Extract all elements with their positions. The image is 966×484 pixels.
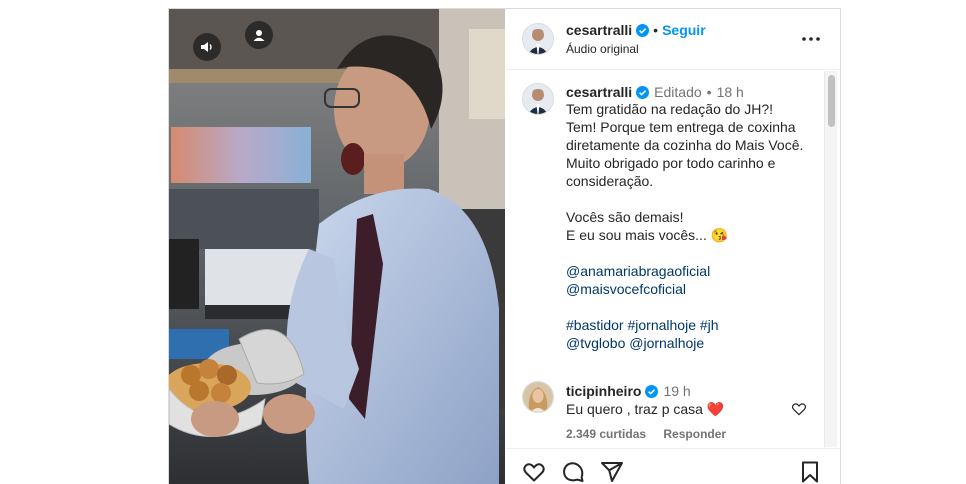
comment-username[interactable]: ticipinheiro bbox=[566, 383, 641, 399]
comments-area[interactable]: cesartralli Editado • 18 h Tem gratidão … bbox=[506, 70, 840, 448]
instagram-post: cesartralli • Seguir Áudio original cesa… bbox=[168, 8, 841, 484]
post-side-panel: cesartralli • Seguir Áudio original cesa… bbox=[506, 9, 840, 484]
verified-badge-icon bbox=[645, 384, 659, 398]
mention-link[interactable]: @jornalhoje bbox=[629, 335, 704, 351]
post-header: cesartralli • Seguir Áudio original bbox=[506, 9, 840, 70]
caption-text: Tem gratidão na redação do JH?! Tem! Por… bbox=[566, 100, 822, 352]
video-frame-image bbox=[169, 9, 505, 484]
author-username[interactable]: cesartralli bbox=[566, 22, 632, 38]
follow-button[interactable]: Seguir bbox=[662, 22, 706, 38]
hashtag-link[interactable]: #jh bbox=[700, 317, 719, 333]
mention-link[interactable]: @anamariabragaoficial bbox=[566, 263, 710, 279]
caption-line: Muito obrigado por todo carinho e bbox=[566, 155, 776, 171]
caption-header: cesartralli Editado • 18 h bbox=[566, 84, 744, 100]
mention-link[interactable]: @maisvocefcoficial bbox=[566, 281, 686, 297]
caption-separator: • bbox=[706, 84, 712, 100]
caption-username[interactable]: cesartralli bbox=[566, 84, 632, 100]
commenter-avatar[interactable] bbox=[522, 381, 554, 413]
heart-icon[interactable] bbox=[791, 401, 807, 417]
comment-timestamp[interactable]: 19 h bbox=[663, 383, 690, 399]
author-avatar[interactable] bbox=[522, 23, 554, 55]
bookmark-icon[interactable] bbox=[798, 460, 822, 484]
caption-timestamp[interactable]: 18 h bbox=[717, 84, 744, 100]
volume-icon bbox=[201, 42, 212, 52]
author-avatar-image bbox=[523, 24, 553, 54]
scrollbar-thumb[interactable] bbox=[828, 75, 835, 127]
caption-author-avatar[interactable] bbox=[522, 83, 554, 115]
comment-likes[interactable]: 2.349 curtidas bbox=[566, 427, 646, 441]
comment-header: ticipinheiro 19 h bbox=[566, 383, 691, 399]
paper-plane-icon[interactable] bbox=[600, 460, 624, 484]
mention-link[interactable]: @tvglobo bbox=[566, 335, 625, 351]
caption-line: E eu sou mais vocês... 😘 bbox=[566, 227, 729, 243]
more-horizontal-icon[interactable] bbox=[800, 31, 822, 47]
post-actions bbox=[506, 448, 840, 484]
comment-bubble-icon[interactable] bbox=[561, 460, 585, 484]
heart-icon[interactable] bbox=[522, 460, 546, 484]
caption-line: Tem! Porque tem entrega de coxinha bbox=[566, 119, 796, 135]
hashtag-link[interactable]: #bastidor bbox=[566, 317, 624, 333]
tagged-users-button[interactable] bbox=[245, 21, 273, 49]
mute-button[interactable] bbox=[193, 33, 221, 61]
caption-line: Tem gratidão na redação do JH?! bbox=[566, 101, 774, 117]
audio-label[interactable]: Áudio original bbox=[566, 42, 639, 56]
header-separator: • bbox=[653, 22, 659, 38]
verified-badge-icon bbox=[636, 85, 650, 99]
commenter-avatar-image bbox=[523, 382, 553, 412]
header-user-line: cesartralli • Seguir bbox=[566, 22, 706, 38]
comment-meta: 2.349 curtidas Responder bbox=[566, 427, 740, 441]
caption-line: diretamente da cozinha do Mais Você. bbox=[566, 137, 804, 153]
caption-line: consideração. bbox=[566, 173, 654, 189]
reply-button[interactable]: Responder bbox=[663, 427, 726, 441]
verified-badge-icon bbox=[636, 23, 650, 37]
hashtag-link[interactable]: #jornalhoje bbox=[627, 317, 696, 333]
post-video[interactable] bbox=[169, 9, 505, 484]
caption-line: Vocês são demais! bbox=[566, 209, 684, 225]
comment-text: Eu quero , traz p casa ❤️ bbox=[566, 401, 725, 417]
comments-scrollbar[interactable] bbox=[824, 71, 837, 447]
user-tag-icon bbox=[253, 30, 265, 41]
caption-avatar-image bbox=[523, 84, 553, 114]
edited-label: Editado bbox=[654, 84, 702, 100]
